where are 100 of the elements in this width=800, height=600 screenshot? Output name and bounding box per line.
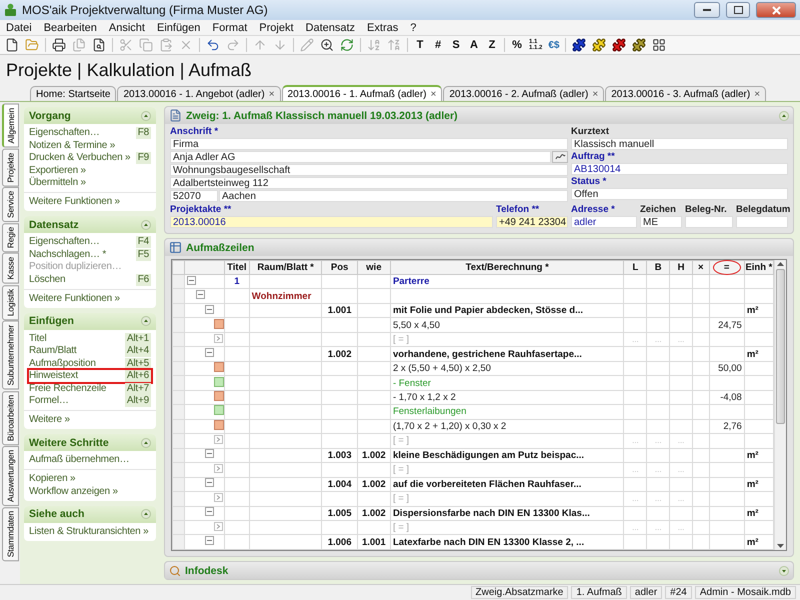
task-link[interactable]: Workflow anzeigen »: [29, 486, 151, 498]
menu-item[interactable]: Extras: [367, 22, 398, 34]
search-icon[interactable]: [320, 38, 334, 52]
column-header[interactable]: wie: [357, 260, 390, 274]
text-field[interactable]: +49 241 23304: [496, 216, 568, 228]
document-tab[interactable]: Home: Startseite: [30, 86, 116, 101]
task-link[interactable]: Formel… Alt+9: [29, 395, 151, 407]
task-link[interactable]: Weitere »: [29, 414, 151, 426]
side-tab[interactable]: Auswertungen: [2, 446, 19, 506]
task-link[interactable]: Eigenschaften… F8: [29, 127, 151, 139]
refresh-icon[interactable]: [340, 38, 354, 52]
task-link[interactable]: Notizen & Termine »: [29, 140, 151, 152]
document-tab[interactable]: 2013.00016 - 1. Angebot (adler) ×: [117, 86, 281, 101]
side-tab[interactable]: Logistik: [2, 284, 19, 320]
task-link[interactable]: Aufmaß übernehmen…: [29, 454, 151, 466]
task-link[interactable]: Aufmaßposition Alt+5: [29, 358, 151, 370]
lookup-button[interactable]: [552, 151, 568, 163]
scroll-down-icon[interactable]: [777, 544, 784, 548]
scrollbar-thumb[interactable]: [776, 269, 785, 424]
close-icon[interactable]: ×: [592, 88, 598, 100]
address-field[interactable]: Anja Adler AG: [170, 151, 551, 163]
collapse-icon[interactable]: [196, 290, 206, 300]
task-link[interactable]: Raum/Blatt Alt+4: [29, 345, 151, 357]
collapse-icon[interactable]: [205, 536, 214, 546]
menu-item[interactable]: Datei: [6, 22, 32, 34]
task-link[interactable]: Nachschlagen… * F5: [29, 248, 151, 260]
collapse-icon[interactable]: [141, 509, 151, 519]
format-button[interactable]: Z: [486, 39, 498, 51]
column-header[interactable]: Titel: [224, 260, 250, 274]
document-tab[interactable]: 2013.00016 - 1. Aufmaß (adler) ×: [282, 85, 442, 101]
text-field[interactable]: adler: [571, 216, 637, 228]
minimize-button[interactable]: [694, 2, 720, 18]
text-field[interactable]: ME: [640, 216, 682, 228]
document-tab[interactable]: 2013.00016 - 3. Aufmaß (adler) ×: [605, 86, 766, 101]
new-file-icon[interactable]: [5, 38, 19, 52]
format-button[interactable]: S: [450, 39, 462, 51]
collapse-icon[interactable]: [141, 110, 151, 120]
column-header[interactable]: B: [646, 260, 670, 274]
collapse-icon[interactable]: [205, 348, 214, 358]
side-tab[interactable]: Büroarbeiten: [2, 390, 19, 445]
text-field[interactable]: [736, 216, 788, 228]
format-button[interactable]: #: [432, 39, 444, 51]
text-field[interactable]: Klassisch manuell: [571, 138, 788, 150]
menu-item[interactable]: ?: [410, 22, 416, 34]
menu-item[interactable]: Format: [212, 22, 248, 34]
percent-button[interactable]: %: [511, 39, 523, 51]
address-field[interactable]: Adalbertsteinweg 112: [170, 177, 568, 189]
text-field[interactable]: [685, 216, 733, 228]
close-icon[interactable]: ×: [754, 88, 760, 100]
menu-item[interactable]: Projekt: [259, 22, 294, 34]
format-button[interactable]: T: [414, 39, 426, 51]
task-link[interactable]: Titel Alt+1: [29, 332, 151, 344]
close-icon[interactable]: ×: [430, 88, 436, 100]
task-link[interactable]: Weitere Funktionen »: [29, 292, 151, 304]
task-link[interactable]: Löschen F6: [29, 274, 151, 286]
collapse-icon[interactable]: [205, 304, 214, 314]
collapse-icon[interactable]: [205, 478, 214, 488]
menu-item[interactable]: Ansicht: [108, 22, 145, 34]
task-link[interactable]: Listen & Strukturansichten »: [29, 526, 151, 538]
text-field[interactable]: AB130014: [571, 163, 788, 175]
currency-button[interactable]: €$: [548, 40, 560, 50]
format-button[interactable]: A: [468, 39, 480, 51]
undo-icon[interactable]: [206, 38, 220, 52]
side-tab[interactable]: Allgemein: [2, 104, 19, 148]
menu-item[interactable]: Bearbeiten: [44, 22, 97, 34]
column-header[interactable]: Raum/Blatt *: [249, 260, 322, 274]
column-header[interactable]: H: [670, 260, 692, 274]
column-header[interactable]: L: [624, 260, 647, 274]
puzzle-icon[interactable]: [632, 38, 646, 52]
collapse-icon[interactable]: [779, 110, 789, 120]
task-link[interactable]: Kopieren »: [29, 473, 151, 485]
zip-field[interactable]: 52070: [170, 190, 218, 202]
close-icon[interactable]: ×: [268, 88, 275, 100]
address-field[interactable]: Firma: [170, 138, 568, 150]
document-tab[interactable]: 2013.00016 - 2. Aufmaß (adler) ×: [443, 86, 604, 101]
collapse-icon[interactable]: [187, 276, 196, 285]
task-link[interactable]: Übermitteln »: [29, 177, 151, 189]
side-tab[interactable]: Subunternehmer: [2, 321, 19, 390]
task-link[interactable]: Drucken & Verbuchen » F9: [29, 152, 151, 164]
task-link[interactable]: Exportieren »: [29, 164, 151, 176]
side-tab[interactable]: Stammdaten: [2, 506, 19, 562]
task-link[interactable]: Freie Rechenzeile Alt+7: [29, 382, 151, 394]
task-link[interactable]: Weitere Funktionen »: [29, 196, 151, 208]
menu-item[interactable]: Datensatz: [306, 22, 356, 34]
text-field[interactable]: Offen: [571, 188, 788, 200]
collapse-icon[interactable]: [141, 438, 151, 448]
folder-icon[interactable]: [25, 38, 39, 52]
task-link[interactable]: Hinweistext Alt+6: [29, 370, 151, 382]
city-field[interactable]: Aachen: [219, 190, 568, 202]
puzzle-icon[interactable]: [612, 38, 626, 52]
column-header[interactable]: Einh *: [744, 260, 774, 274]
collapse-icon[interactable]: [205, 507, 214, 516]
column-header[interactable]: =: [709, 260, 744, 274]
scrollbar[interactable]: [774, 260, 786, 550]
preview-icon[interactable]: [92, 38, 106, 52]
address-field[interactable]: Wohnungsbaugesellschaft: [170, 164, 568, 176]
collapse-icon[interactable]: [779, 566, 789, 576]
maximize-button[interactable]: [726, 2, 750, 18]
collapse-icon[interactable]: [205, 449, 214, 458]
grid-icon[interactable]: [652, 38, 666, 52]
